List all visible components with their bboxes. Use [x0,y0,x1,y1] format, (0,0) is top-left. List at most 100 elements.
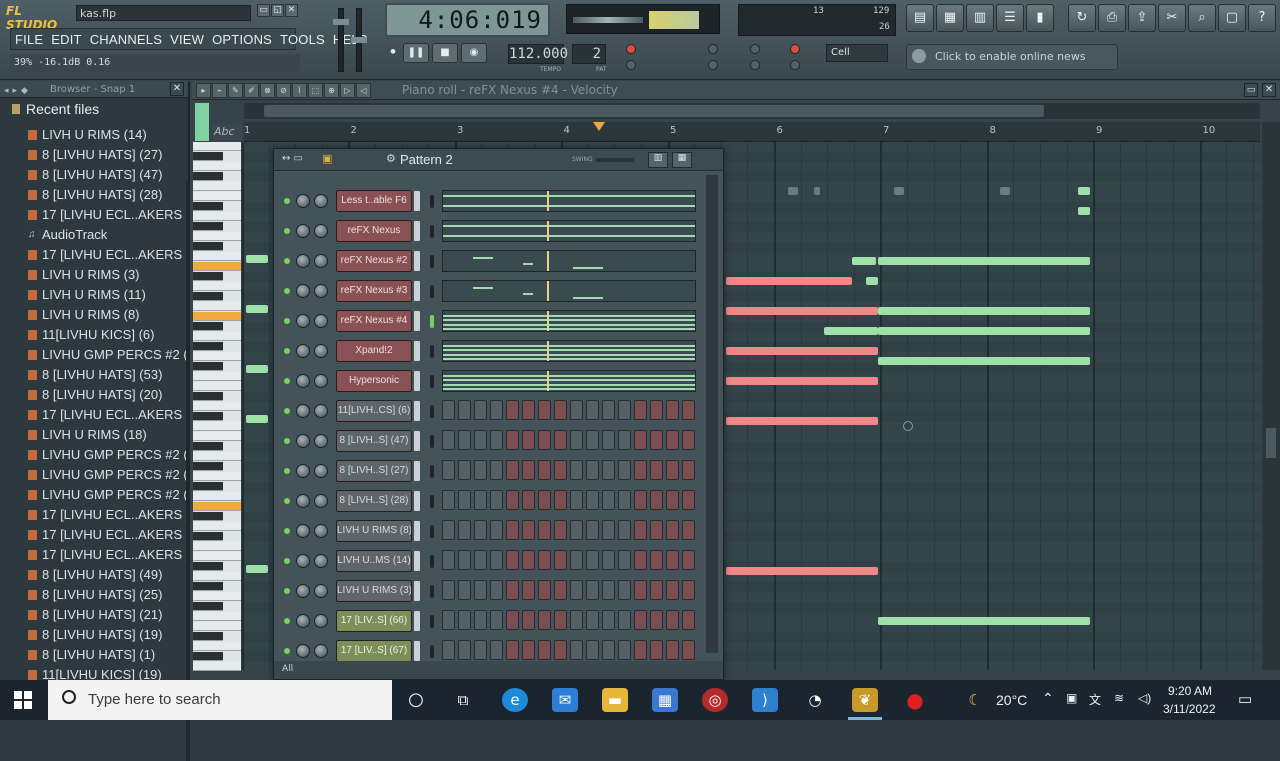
stop-button[interactable]: ■ [432,43,458,63]
swing-slider[interactable] [596,158,634,162]
piano-black-key[interactable] [193,222,223,231]
channel-volume-knob[interactable] [314,314,328,328]
step-button[interactable] [522,490,535,510]
app-red-icon[interactable]: ◎ [702,688,728,712]
piano-black-key[interactable] [193,442,223,451]
step-button[interactable] [586,490,599,510]
step-button[interactable] [522,550,535,570]
step-sequencer-icon[interactable]: ▦ [672,152,692,168]
step-button[interactable] [490,490,503,510]
channel-mute-led[interactable] [284,258,290,264]
minimize-icon[interactable]: ▭ [257,4,270,17]
task-view-icon[interactable]: ⧉ [450,688,476,712]
recent-file-item[interactable]: LIVH U RIMS (3) [0,265,188,285]
step-button[interactable] [570,490,583,510]
piano-roll-preview[interactable] [442,190,696,212]
channel-pan-knob[interactable] [296,524,310,538]
midi-note[interactable] [814,187,820,195]
pr-maximize-icon[interactable]: ▭ [1244,83,1258,97]
step-button[interactable] [634,400,647,420]
step-button[interactable] [538,490,551,510]
channel-target-indicator[interactable] [430,435,434,448]
recent-file-item[interactable]: LIVHU GMP PERCS #2 (6) [0,465,188,485]
fl-studio-logo[interactable]: FL STUDIO [6,4,76,32]
recent-file-item[interactable]: 17 [LIVHU ECL..AKERS ] (92) [0,525,188,545]
recent-file-item[interactable]: LIVHU GMP PERCS #2 (18) [0,345,188,365]
midi-note[interactable] [878,617,1090,625]
midi-note[interactable] [878,357,1090,365]
piano-white-key[interactable] [193,192,241,201]
piano-roll-preview[interactable] [442,370,696,392]
tools-icon[interactable]: ✂ [1158,4,1186,32]
step-button[interactable] [618,610,631,630]
step-button[interactable] [490,460,503,480]
step-button[interactable] [442,580,455,600]
channel-select-indicator[interactable] [414,311,420,331]
channel-pan-knob[interactable] [296,554,310,568]
piano-white-key[interactable] [193,452,241,461]
channel-mute-led[interactable] [284,288,290,294]
step-button[interactable] [602,460,615,480]
step-button[interactable] [570,520,583,540]
channel-mute-led[interactable] [284,648,290,654]
channel-volume-knob[interactable] [314,434,328,448]
step-button[interactable] [458,490,471,510]
step-button[interactable] [522,520,535,540]
channel-name-button[interactable]: Xpand!2 [336,340,412,362]
step-button[interactable] [570,460,583,480]
recent-file-item[interactable]: 17 [LIVHU ECL..AKERS ] (61) [0,405,188,425]
step-button[interactable] [490,640,503,660]
step-button[interactable] [458,610,471,630]
midi-note[interactable] [894,187,904,195]
channel-rack-scrollbar[interactable] [706,175,718,653]
channel-mute-led[interactable] [284,228,290,234]
channel-pan-knob[interactable] [296,584,310,598]
channel-pan-knob[interactable] [296,224,310,238]
midi-note[interactable] [878,257,1090,265]
channel-target-indicator[interactable] [430,465,434,478]
step-button[interactable] [570,550,583,570]
channel-pan-knob[interactable] [296,614,310,628]
channel-target-indicator[interactable] [430,255,434,268]
channel-name-button[interactable]: reFX Nexus #4 [336,310,412,332]
step-button[interactable] [586,460,599,480]
piano-white-key[interactable] [193,182,241,191]
pr-slice-icon[interactable]: ⌇ [292,83,307,98]
channel-select-indicator[interactable] [414,401,420,421]
piano-black-key[interactable] [193,532,223,541]
playhead-marker[interactable] [593,122,605,131]
pattern-title[interactable]: Pattern 2 [400,152,453,167]
recent-file-item[interactable]: 8 [LIVHU HATS] (53) [0,365,188,385]
step-button[interactable] [506,550,519,570]
step-button[interactable] [554,400,567,420]
step-button[interactable] [570,610,583,630]
step-button[interactable] [650,460,663,480]
browser-icon[interactable]: ☰ [996,4,1024,32]
step-button[interactable] [618,490,631,510]
midi-note[interactable] [788,187,798,195]
channel-select-indicator[interactable] [414,431,420,451]
channel-volume-knob[interactable] [314,374,328,388]
channel-volume-knob[interactable] [314,344,328,358]
piano-white-key[interactable] [193,142,241,151]
channel-name-button[interactable]: reFX Nexus [336,220,412,242]
channel-target-indicator[interactable] [430,225,434,238]
piano-black-key[interactable] [193,172,223,181]
step-button[interactable] [554,430,567,450]
piano-black-key[interactable] [193,242,223,251]
step-button[interactable] [442,400,455,420]
pat-song-switch[interactable]: ● [386,43,400,63]
step-button[interactable] [586,520,599,540]
midi-note[interactable] [878,327,1090,335]
channel-volume-knob[interactable] [314,224,328,238]
piano-white-key[interactable] [193,622,241,631]
step-button[interactable] [506,640,519,660]
piano-black-key[interactable] [193,582,223,591]
channel-mute-led[interactable] [284,348,290,354]
step-button[interactable] [522,460,535,480]
render-icon[interactable]: ⇪ [1128,4,1156,32]
piano-roll-preview[interactable] [442,250,696,272]
step-button[interactable] [618,640,631,660]
master-volume-slider[interactable] [333,8,349,72]
channel-volume-knob[interactable] [314,464,328,478]
